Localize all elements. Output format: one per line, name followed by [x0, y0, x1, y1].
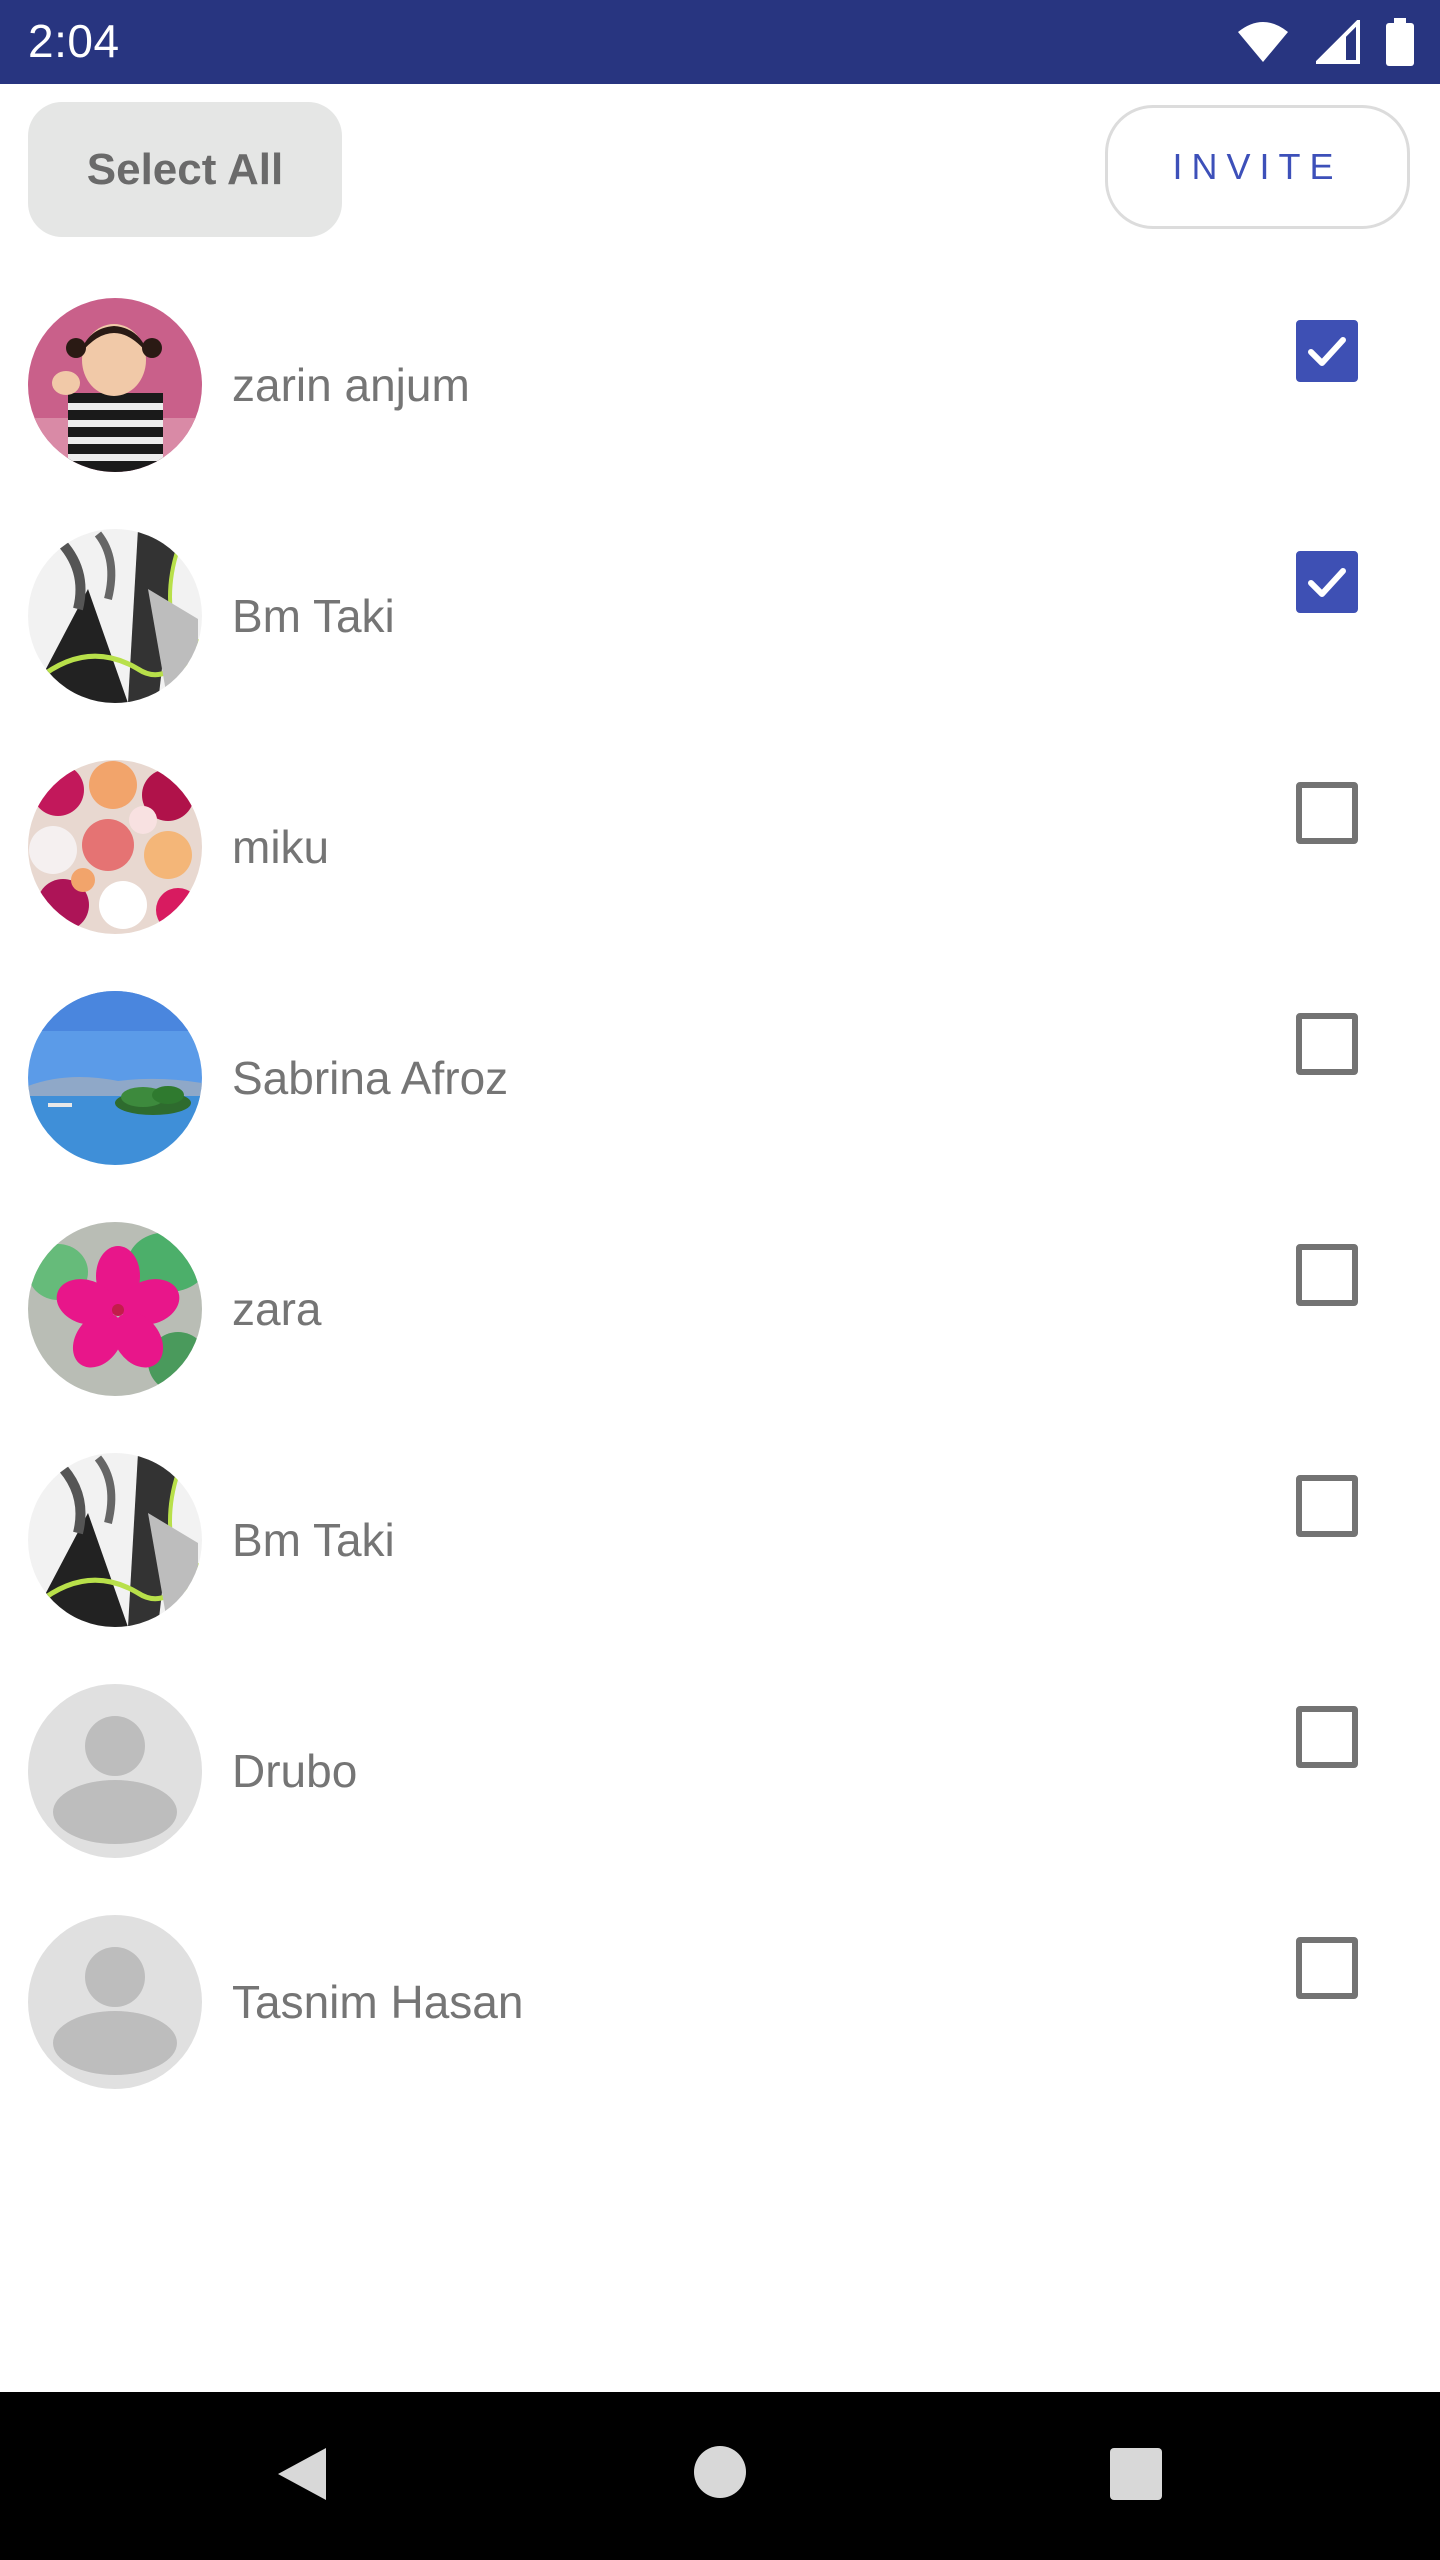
contact-checkbox[interactable]: [1296, 1706, 1358, 1768]
avatar: [28, 760, 202, 934]
contact-name: miku: [232, 821, 330, 873]
avatar: [28, 298, 202, 472]
avatar: [28, 1453, 202, 1627]
contact-name: Bm Taki: [232, 590, 395, 642]
contact-row[interactable]: Bm Taki: [0, 521, 1440, 752]
battery-icon: [1386, 18, 1414, 66]
default-person-icon: [28, 1684, 202, 1858]
invite-button[interactable]: INVITE: [1105, 105, 1410, 229]
status-bar: 2:04: [0, 0, 1440, 84]
contact-list: zarin anjum Bm Taki miku Sabrina Afroz z…: [0, 290, 1440, 2138]
avatar: [28, 991, 202, 1165]
contact-checkbox[interactable]: [1296, 1475, 1358, 1537]
contact-checkbox[interactable]: [1296, 1244, 1358, 1306]
contact-row[interactable]: zara: [0, 1214, 1440, 1445]
contact-row[interactable]: Bm Taki: [0, 1445, 1440, 1676]
status-icons: [1236, 18, 1414, 66]
signal-icon: [1316, 20, 1360, 64]
contact-row[interactable]: zarin anjum: [0, 290, 1440, 521]
contact-checkbox[interactable]: [1296, 1013, 1358, 1075]
contact-name: Tasnim Hasan: [232, 1976, 524, 2028]
contact-name: Drubo: [232, 1745, 358, 1797]
contact-checkbox[interactable]: [1296, 551, 1358, 613]
contact-checkbox[interactable]: [1296, 320, 1358, 382]
status-time: 2:04: [28, 15, 120, 67]
avatar: [28, 529, 202, 703]
contact-row[interactable]: miku: [0, 752, 1440, 983]
default-person-icon: [28, 1915, 202, 2089]
contact-row[interactable]: Tasnim Hasan: [0, 1907, 1440, 2138]
contact-row[interactable]: Sabrina Afroz: [0, 983, 1440, 1214]
contact-name: Sabrina Afroz: [232, 1052, 509, 1104]
avatar: [28, 1222, 202, 1396]
contact-checkbox[interactable]: [1296, 782, 1358, 844]
contact-name: Bm Taki: [232, 1514, 395, 1566]
back-icon[interactable]: [274, 2446, 328, 2507]
home-icon[interactable]: [694, 2446, 746, 2498]
select-all-button[interactable]: Select All: [28, 102, 342, 237]
contact-checkbox[interactable]: [1296, 1937, 1358, 1999]
contact-name: zarin anjum: [232, 359, 470, 411]
wifi-icon: [1236, 20, 1290, 64]
recents-icon[interactable]: [1110, 2448, 1162, 2500]
contact-name: zara: [232, 1283, 322, 1335]
contact-row[interactable]: Drubo: [0, 1676, 1440, 1907]
navigation-bar: [0, 2392, 1440, 2560]
